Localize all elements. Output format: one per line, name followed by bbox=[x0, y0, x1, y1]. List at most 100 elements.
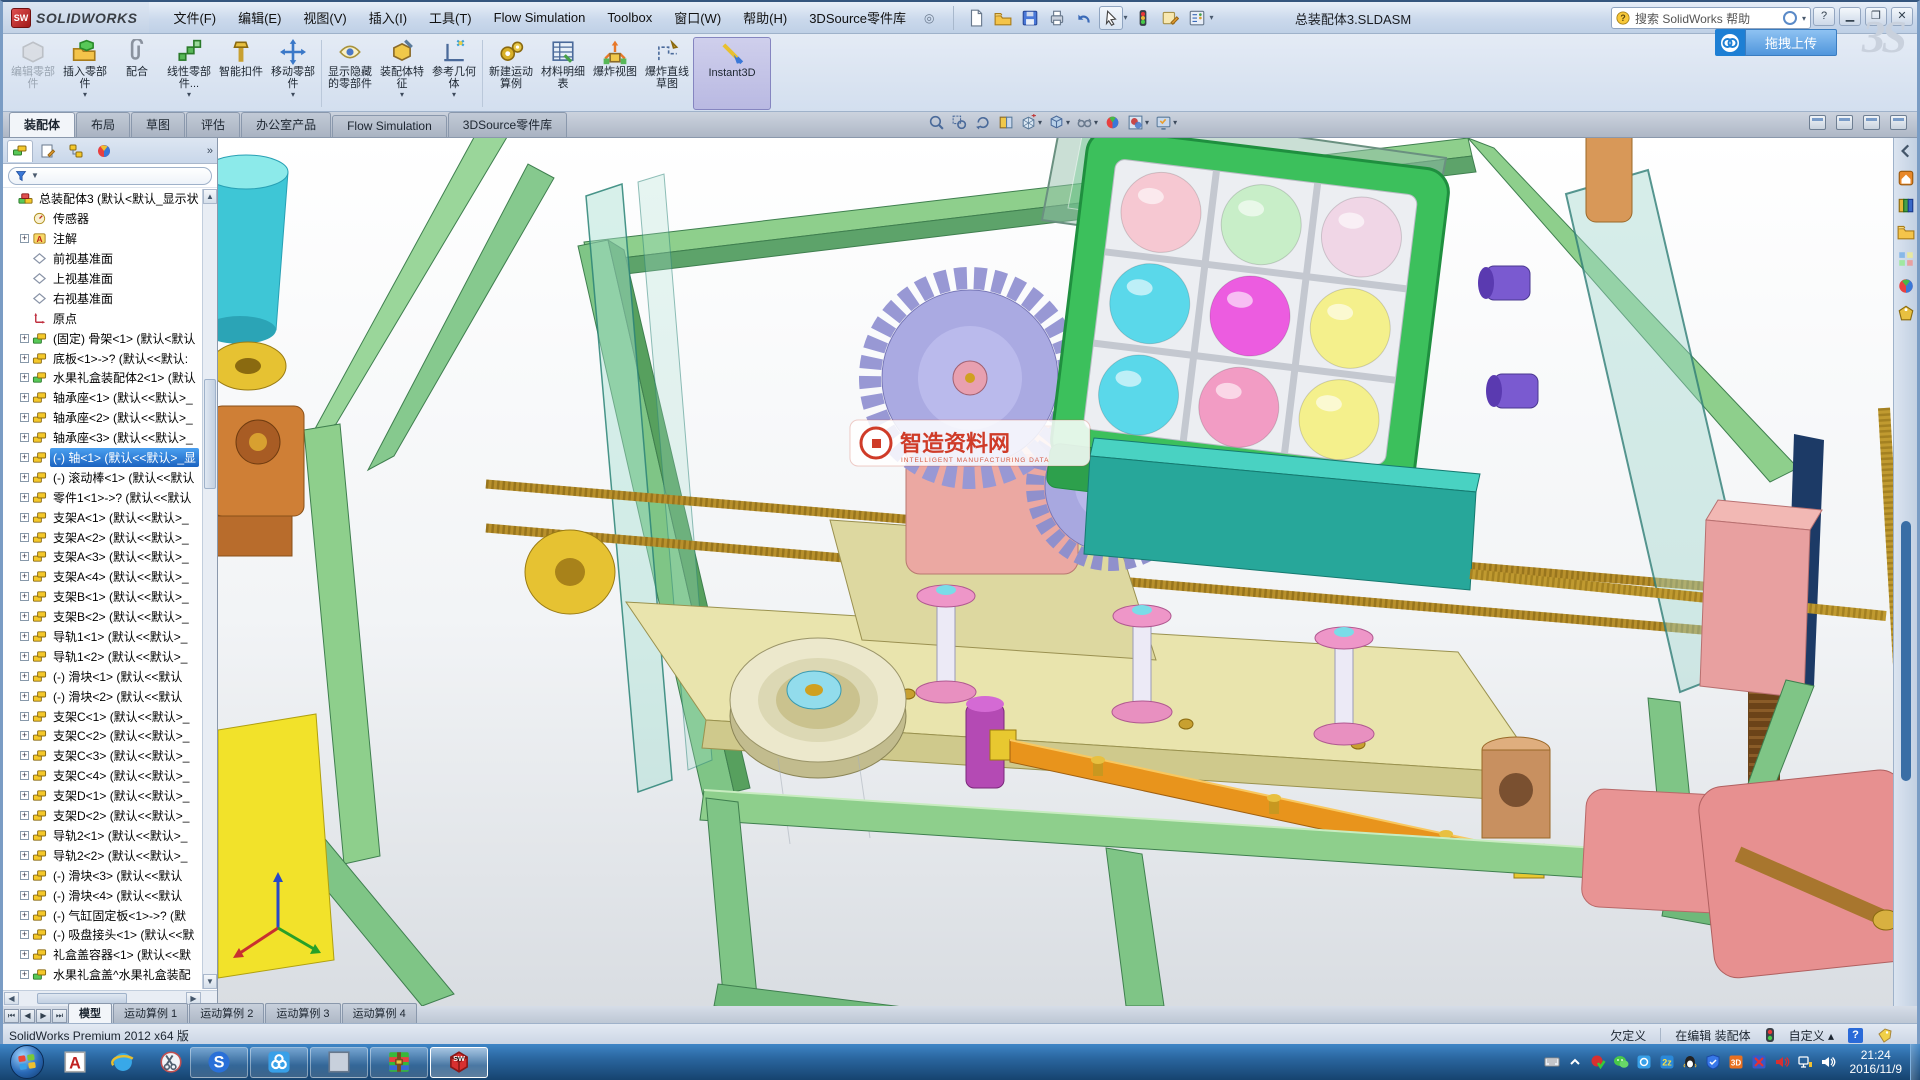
options-icon[interactable] bbox=[1158, 6, 1182, 30]
expand-plus-icon[interactable]: + bbox=[20, 572, 29, 581]
expand-plus-icon[interactable]: + bbox=[20, 751, 29, 760]
scrollbar-thumb[interactable] bbox=[204, 379, 216, 489]
tree-item[interactable]: +(固定) 骨架<1> (默认<默认 bbox=[3, 328, 217, 348]
custom-properties-icon[interactable] bbox=[1897, 304, 1915, 322]
tree-item-label[interactable]: (-) 滑块<2> (默认<<默认 bbox=[50, 687, 185, 706]
dropdown-arrow-icon[interactable]: ▾ bbox=[83, 90, 87, 99]
tree-item-label[interactable]: 导轨1<2> (默认<<默认>_ bbox=[50, 647, 190, 666]
tree-item[interactable]: +支架D<1> (默认<<默认>_ bbox=[3, 786, 217, 806]
save-icon[interactable] bbox=[1018, 6, 1042, 30]
tab-configurationmanager[interactable] bbox=[63, 140, 89, 162]
expand-plus-icon[interactable]: + bbox=[20, 891, 29, 900]
print-icon[interactable] bbox=[1045, 6, 1069, 30]
tray-media-volume-red-icon[interactable] bbox=[1774, 1054, 1790, 1070]
tree-item[interactable]: +底板<1>->? (默认<<默认: bbox=[3, 348, 217, 368]
expand-plus-icon[interactable]: + bbox=[20, 851, 29, 860]
yellow-plate-part[interactable] bbox=[218, 714, 334, 978]
prev-tab-icon[interactable]: ◀ bbox=[20, 1009, 35, 1023]
search-box[interactable]: ? 搜索 SolidWorks 帮助 ▾ bbox=[1611, 7, 1811, 29]
taskbar-sogou-browser-icon[interactable]: S bbox=[190, 1047, 248, 1078]
expand-plus-icon[interactable]: + bbox=[20, 731, 29, 740]
tree-item-label[interactable]: 导轨1<1> (默认<<默认>_ bbox=[50, 627, 190, 646]
tree-item[interactable]: +轴承座<1> (默认<<默认>_ bbox=[3, 388, 217, 408]
tree-item-label[interactable]: (-) 滑块<4> (默认<<默认 bbox=[50, 886, 185, 905]
display-settings-dropdown-arrow[interactable]: ▾ bbox=[1210, 13, 1214, 22]
tree-item-label[interactable]: 总装配体3 (默认<默认_显示状 bbox=[36, 189, 202, 208]
expand-plus-icon[interactable]: + bbox=[20, 513, 29, 522]
pink-cube-right[interactable] bbox=[1700, 500, 1822, 698]
tree-item-label[interactable]: 导轨2<2> (默认<<默认>_ bbox=[50, 846, 190, 865]
tree-item[interactable]: +轴承座<3> (默认<<默认>_ bbox=[3, 428, 217, 448]
tree-item[interactable]: +支架C<1> (默认<<默认>_ bbox=[3, 706, 217, 726]
search-icon[interactable] bbox=[1783, 11, 1797, 25]
undo-icon[interactable] bbox=[1072, 6, 1096, 30]
drag-upload-overlay[interactable]: 拖拽上传 bbox=[1715, 29, 1837, 56]
tree-item-label[interactable]: (-) 滑块<1> (默认<<默认 bbox=[50, 667, 185, 686]
filter-dropdown-arrow[interactable]: ▼ bbox=[31, 171, 39, 180]
tree-item[interactable]: +导轨2<1> (默认<<默认>_ bbox=[3, 826, 217, 846]
start-button[interactable] bbox=[10, 1045, 44, 1079]
menu-help[interactable]: 帮助(H) bbox=[733, 4, 797, 31]
tray-qq-music-icon[interactable]: 2z bbox=[1659, 1054, 1675, 1070]
taskbar-internet-explorer-icon[interactable] bbox=[106, 1047, 140, 1077]
edit-appearance-icon[interactable] bbox=[1104, 114, 1121, 131]
exploded-view-button[interactable]: 爆炸视图 bbox=[589, 37, 641, 110]
tree-item-label[interactable]: 底板<1>->? (默认<<默认: bbox=[50, 349, 191, 368]
expand-plus-icon[interactable]: + bbox=[20, 950, 29, 959]
design-library-icon[interactable] bbox=[1897, 196, 1915, 214]
tree-item-label[interactable]: 支架C<3> (默认<<默认>_ bbox=[50, 746, 192, 765]
minimize-button[interactable]: ▁ bbox=[1839, 7, 1861, 26]
status-custom[interactable]: 自定义 ▴ bbox=[1789, 1027, 1834, 1044]
menu-tools[interactable]: 工具(T) bbox=[419, 4, 482, 31]
tray-keyboard-icon[interactable] bbox=[1544, 1054, 1560, 1070]
restore-window-icon[interactable] bbox=[1809, 115, 1826, 130]
search-dropdown-arrow[interactable]: ▾ bbox=[1802, 14, 1806, 23]
instant3d-button[interactable]: Instant3D bbox=[693, 37, 771, 110]
tray-security-shield-icon[interactable] bbox=[1705, 1054, 1721, 1070]
tree-item[interactable]: 原点 bbox=[3, 308, 217, 328]
tree-item[interactable]: + 导轨2<2> (默认<<默认>_ bbox=[3, 845, 217, 865]
scroll-up-icon[interactable]: ▲ bbox=[203, 189, 217, 204]
tag-icon[interactable] bbox=[1877, 1027, 1893, 1043]
menu-edit[interactable]: 编辑(E) bbox=[228, 4, 291, 31]
show-desktop-button[interactable] bbox=[1910, 1044, 1920, 1080]
taskbar-solidworks-icon[interactable]: SW bbox=[430, 1047, 488, 1078]
tree-item[interactable]: +支架B<2> (默认<<默认>_ bbox=[3, 607, 217, 627]
close-document-icon[interactable] bbox=[1890, 115, 1907, 130]
tree-item[interactable]: +A注解 bbox=[3, 229, 217, 249]
tab-2[interactable]: 草图 bbox=[131, 112, 185, 137]
menu-view[interactable]: 视图(V) bbox=[293, 4, 356, 31]
tab-0[interactable]: 装配体 bbox=[9, 112, 75, 137]
tree-item-label[interactable]: 支架A<3> (默认<<默认>_ bbox=[50, 547, 192, 566]
tree-item[interactable]: +(-) 滚动棒<1> (默认<<默认 bbox=[3, 467, 217, 487]
next-tab-icon[interactable]: ▶ bbox=[36, 1009, 51, 1023]
menu-window[interactable]: 窗口(W) bbox=[664, 4, 731, 31]
tray-antivirus-check-icon[interactable] bbox=[1590, 1054, 1606, 1070]
view-settings-icon[interactable]: ▾ bbox=[1155, 114, 1177, 131]
tree-item-label[interactable]: (-) 滚动棒<1> (默认<<默认 bbox=[50, 468, 197, 487]
purple-knobs[interactable] bbox=[1478, 266, 1538, 408]
zoom-to-area-icon[interactable] bbox=[951, 114, 968, 131]
tree-item-label[interactable]: 导轨2<1> (默认<<默认>_ bbox=[50, 826, 190, 845]
expand-plus-icon[interactable]: + bbox=[20, 712, 29, 721]
taskbar-baidu-netdisk-icon[interactable] bbox=[250, 1047, 308, 1078]
tree-item-label[interactable]: 右视基准面 bbox=[50, 289, 116, 308]
graphics-viewport[interactable]: 智造资料网 INTELLIGENT MANUFACTURING DATA bbox=[218, 138, 1893, 1006]
apply-scene-icon[interactable]: ▾ bbox=[1127, 114, 1149, 131]
tree-item[interactable]: + (-) 滑块<4> (默认<<默认 bbox=[3, 885, 217, 905]
tree-item-label[interactable]: 支架D<1> (默认<<默认>_ bbox=[50, 786, 192, 805]
tab-3[interactable]: 评估 bbox=[186, 112, 240, 137]
expand-plus-icon[interactable]: + bbox=[20, 672, 29, 681]
expand-plus-icon[interactable]: + bbox=[20, 632, 29, 641]
tree-item[interactable]: +(-) 吸盘接头<1> (默认<<默 bbox=[3, 925, 217, 945]
tree-item-label[interactable]: 传感器 bbox=[50, 209, 92, 228]
menu-flow-simulation[interactable]: Flow Simulation bbox=[484, 6, 596, 29]
insert-component-button[interactable]: 插入零部件▾ bbox=[59, 37, 111, 110]
tree-item-label[interactable]: 零件1<1>->? (默认<<默认 bbox=[50, 488, 194, 507]
tree-item-label[interactable]: (固定) 骨架<1> (默认<默认 bbox=[50, 329, 198, 348]
last-tab-icon[interactable]: ⏭ bbox=[52, 1009, 67, 1023]
cascade-windows-icon[interactable] bbox=[1836, 115, 1853, 130]
bearing-block-left[interactable] bbox=[218, 406, 304, 556]
tree-vertical-scrollbar[interactable]: ▲ ▼ bbox=[202, 189, 217, 989]
menu-insert[interactable]: 插入(I) bbox=[359, 4, 417, 31]
